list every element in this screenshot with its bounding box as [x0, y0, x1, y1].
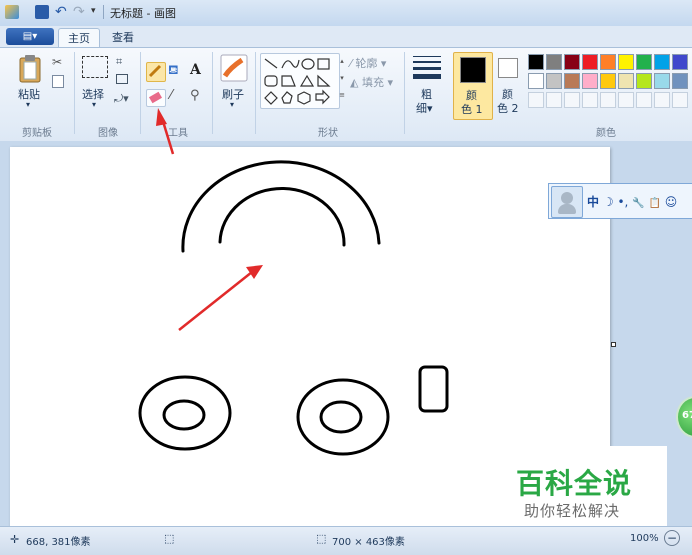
ime-punctuation-icon[interactable]: •, — [617, 195, 628, 209]
zoom-level: 100% — [630, 533, 659, 544]
badge-text: 67 — [682, 410, 692, 421]
ime-halfwidth-icon[interactable]: ☽ — [603, 195, 614, 209]
watermark: 百科全说 助你轻松解决 — [494, 446, 667, 526]
red-arrow-canvas — [178, 265, 263, 331]
canvas-size-icon: ⬚ — [316, 532, 327, 545]
ime-toolbar[interactable]: 中 ☽ •, 🔧 📋 ☺ — [548, 183, 692, 219]
canvas-size: 700 × 463像素 — [332, 537, 405, 548]
red-arrow-tools — [156, 108, 175, 155]
ime-tools-icon[interactable]: 🔧 — [632, 198, 644, 209]
watermark-subtitle: 助你轻松解决 — [524, 502, 621, 520]
ime-emoji-icon[interactable]: ☺ — [665, 195, 678, 209]
cursor-position: 668, 381像素 — [26, 537, 91, 548]
cursor-position-icon: ✛ — [10, 533, 20, 546]
selection-size-icon: ⬚ — [164, 532, 175, 545]
ime-clipboard-icon[interactable]: 📋 — [648, 198, 660, 209]
ime-buttons[interactable]: 中 ☽ •, 🔧 📋 ☺ — [587, 193, 677, 210]
zoom-out-button[interactable]: − — [664, 530, 680, 546]
watermark-title: 百科全说 — [516, 467, 633, 500]
status-bar: ✛ 668, 381像素 ⬚ ⬚ 700 × 463像素 100% − — [0, 526, 692, 555]
ime-mode-chinese[interactable]: 中 — [587, 195, 599, 209]
ime-avatar-icon — [551, 186, 583, 218]
